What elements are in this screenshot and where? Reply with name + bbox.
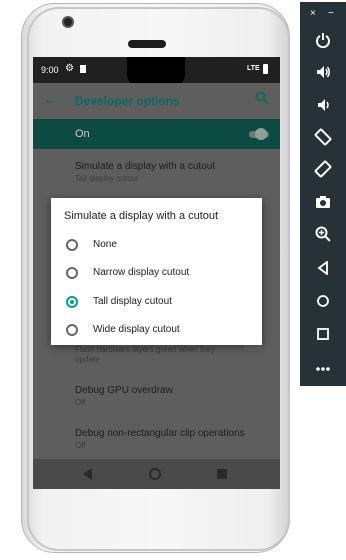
earpiece-speaker (128, 40, 166, 48)
more-options-button[interactable] (300, 352, 346, 384)
minimize-window-icon[interactable]: − (328, 8, 334, 19)
setting-title: Simulate a display with a cutout (75, 161, 216, 172)
more-dots-icon (316, 367, 330, 371)
option-wide-cutout[interactable]: Wide display cutout (51, 317, 262, 345)
status-time: 9:00 (41, 65, 59, 75)
option-label: Narrow display cutout (93, 267, 190, 278)
nav-recents-icon[interactable] (217, 469, 227, 479)
rotate-right-button[interactable] (300, 153, 346, 185)
setting-debug-clip-operations[interactable]: Debug non-rectangular clip operations Of… (75, 428, 245, 450)
radio-button[interactable] (66, 267, 78, 279)
nav-home-icon[interactable] (149, 468, 161, 480)
option-tall-cutout[interactable]: Tall display cutout (51, 289, 262, 317)
rotate-left-icon (314, 128, 332, 146)
navigation-bar (33, 459, 280, 489)
screenshot-button[interactable] (300, 186, 346, 218)
settings-gear-icon: ⚙ (65, 63, 74, 74)
developer-options-master-switch[interactable]: On (33, 119, 280, 149)
power-icon (316, 33, 330, 49)
setting-summary: Tall display cutout (75, 174, 139, 183)
close-window-icon[interactable]: × (310, 8, 316, 19)
option-label: None (93, 239, 117, 250)
zoom-icon (315, 226, 331, 242)
zoom-button[interactable] (300, 218, 346, 250)
cutout-dialog: Simulate a display with a cutout None Na… (51, 198, 262, 345)
display-cutout (127, 57, 185, 85)
page-title: Developer options (75, 94, 180, 108)
camera-icon (316, 196, 330, 208)
nav-back-icon[interactable] (83, 468, 92, 480)
option-label: Tall display cutout (93, 296, 172, 307)
front-camera-icon (62, 16, 74, 28)
volume-up-button[interactable] (300, 56, 346, 88)
home-button[interactable] (300, 285, 346, 317)
radio-button-selected[interactable] (66, 296, 78, 308)
radio-button[interactable] (66, 239, 78, 251)
app-toolbar: ← Developer options (33, 83, 280, 119)
back-button[interactable] (300, 252, 346, 284)
battery-icon (263, 64, 268, 74)
option-label: Wide display cutout (93, 324, 180, 335)
volume-up-icon (317, 66, 330, 78)
option-narrow-cutout[interactable]: Narrow display cutout (51, 260, 262, 288)
power-button[interactable] (300, 24, 346, 56)
rotate-left-button[interactable] (300, 121, 346, 153)
setting-simulate-cutout[interactable]: Simulate a display with a cutout Tall di… (75, 161, 215, 183)
sd-card-icon (80, 65, 86, 73)
setting-summary: Off (75, 398, 86, 407)
setting-title: Debug GPU overdraw (75, 385, 173, 396)
volume-down-icon (318, 99, 329, 111)
setting-show-layer-updates[interactable]: Flash hardware layers green when they up… (75, 343, 225, 365)
search-icon[interactable] (255, 91, 269, 105)
emulator-stage: 9:00 ⚙ LTE ← Developer options On Simula… (0, 0, 346, 560)
network-type: LTE (247, 65, 260, 72)
option-none[interactable]: None (51, 232, 262, 260)
setting-debug-gpu-overdraw[interactable]: Debug GPU overdraw Off (75, 385, 173, 407)
radio-button[interactable] (66, 324, 78, 336)
setting-summary: Off (75, 441, 86, 450)
overview-button[interactable] (300, 318, 346, 350)
master-switch-label: On (75, 128, 90, 140)
setting-title: Debug non-rectangular clip operations (75, 428, 245, 439)
setting-summary: Flash hardware layers green when they up… (75, 345, 216, 364)
volume-down-button[interactable] (300, 89, 346, 121)
dialog-title: Simulate a display with a cutout (64, 210, 219, 222)
rotate-right-icon (314, 160, 332, 178)
switch-knob[interactable] (255, 128, 267, 140)
home-circle-icon (317, 295, 329, 307)
back-arrow-icon[interactable]: ← (43, 91, 57, 107)
back-triangle-icon (317, 260, 328, 276)
overview-square-icon (317, 328, 329, 340)
emulator-control-panel: × − (300, 2, 346, 386)
